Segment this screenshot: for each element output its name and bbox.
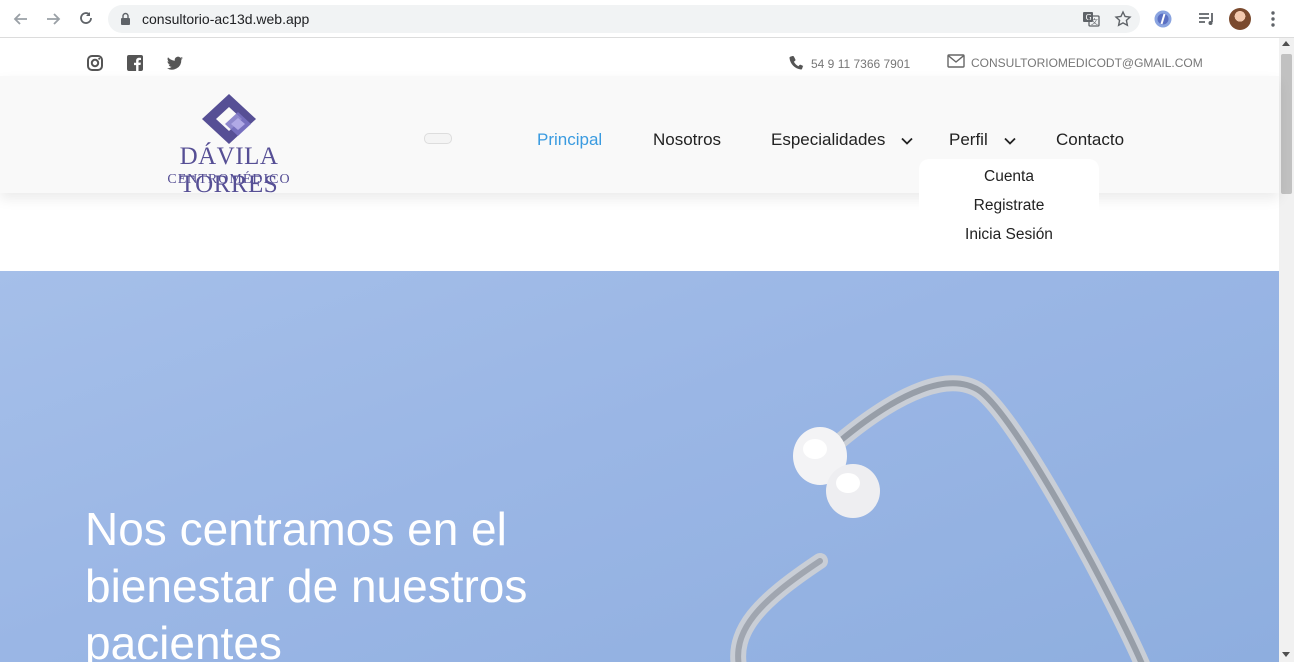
avatar[interactable]	[1229, 8, 1251, 30]
dropdown-item-registrate[interactable]: Registrate	[919, 197, 1099, 215]
brand-name: DÁVILA TORRES	[179, 143, 279, 198]
media-icon[interactable]	[1197, 9, 1217, 34]
nav-label: Contacto	[1056, 130, 1125, 149]
nav-item-principal[interactable]: Principal	[537, 130, 602, 150]
scroll-up-arrow[interactable]	[1282, 41, 1290, 46]
dropdown-item-inicia-sesion[interactable]: Inicia Sesión	[919, 226, 1099, 244]
logo-diamond-icon	[198, 94, 260, 149]
hero-banner: Nos centramos en el bienestar de nuestro…	[0, 271, 1279, 662]
menu-icon[interactable]	[1263, 9, 1283, 34]
back-icon[interactable]	[11, 9, 31, 29]
chevron-down-icon[interactable]	[1004, 130, 1016, 150]
nav-item-especialidades[interactable]: Especialidades	[771, 130, 913, 150]
facebook-icon[interactable]	[126, 54, 144, 72]
nav-item-nosotros[interactable]: Nosotros	[653, 130, 721, 150]
stethoscope-image	[730, 375, 1150, 662]
brand-subtitle: CENTROMÉDICO	[167, 172, 291, 187]
dropdown-item-cuenta[interactable]: Cuenta	[919, 168, 1099, 186]
browser-toolbar: consultorio-ac13d.web.app G文	[0, 0, 1294, 38]
twitter-icon[interactable]	[166, 54, 184, 72]
chevron-down-icon[interactable]	[901, 130, 913, 150]
email-contact[interactable]: CONSULTORIOMEDICODT@GMAIL.COM	[947, 54, 1203, 71]
reload-icon[interactable]	[76, 9, 96, 29]
top-contact-bar: 54 9 11 7366 7901 CONSULTORIOMEDICODT@GM…	[0, 38, 1279, 76]
email-address: CONSULTORIOMEDICODT@GMAIL.COM	[971, 55, 1203, 70]
phone-number: 54 9 11 7366 7901	[811, 57, 911, 71]
svg-text:文: 文	[1091, 17, 1098, 26]
forward-icon[interactable]	[43, 9, 63, 29]
instagram-icon[interactable]	[86, 54, 104, 72]
nav-label: Nosotros	[653, 130, 722, 149]
nav-label: Principal	[537, 130, 603, 149]
navbar-toggler-button[interactable]	[424, 133, 452, 144]
nav-label: Perfil	[949, 130, 988, 149]
page-scrollbar[interactable]	[1279, 38, 1294, 662]
scroll-down-arrow[interactable]	[1282, 652, 1290, 657]
envelope-icon	[947, 54, 965, 71]
hero-heading: Nos centramos en el bienestar de nuestro…	[85, 503, 528, 662]
star-icon[interactable]	[1114, 10, 1132, 33]
nav-label: Especialidades	[771, 130, 886, 149]
phone-icon	[788, 54, 805, 74]
nav-item-contacto[interactable]: Contacto	[1056, 130, 1124, 150]
nav-item-perfil[interactable]: Perfil	[949, 130, 1016, 150]
url-text[interactable]: consultorio-ac13d.web.app	[142, 11, 309, 27]
address-bar[interactable]: consultorio-ac13d.web.app G文	[108, 5, 1140, 33]
scroll-thumb[interactable]	[1281, 54, 1292, 194]
phone-contact[interactable]: 54 9 11 7366 7901	[788, 54, 910, 74]
lock-icon	[120, 12, 131, 31]
translate-icon[interactable]: G文	[1082, 10, 1100, 33]
perfil-dropdown-menu: Cuenta Registrate Inicia Sesión	[919, 159, 1099, 250]
extension-icon[interactable]	[1153, 9, 1173, 34]
